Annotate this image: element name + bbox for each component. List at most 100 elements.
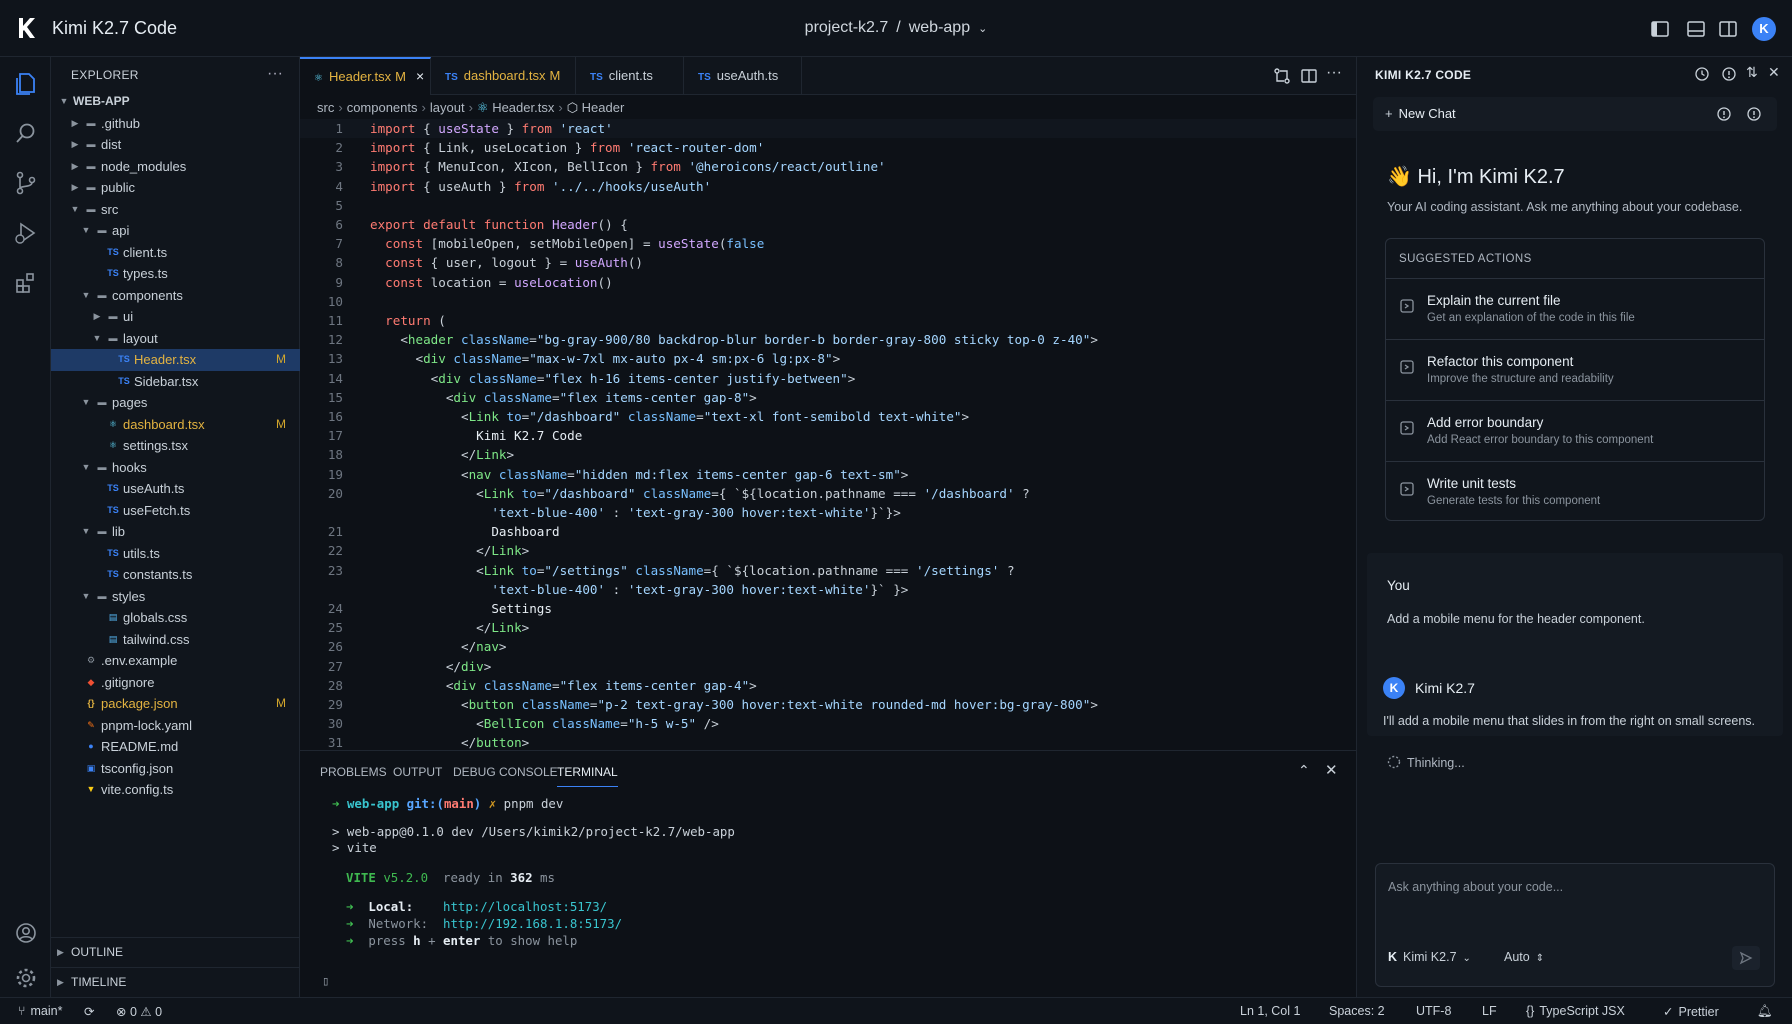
- editor-tab[interactable]: TS useAuth.ts: [684, 57, 802, 95]
- toggle-panel-icon[interactable]: [1686, 19, 1706, 39]
- outline-section[interactable]: ▶ OUTLINE: [51, 937, 300, 967]
- breadcrumb-item[interactable]: Header.tsx: [492, 100, 554, 115]
- tree-folder[interactable]: ▼ ▬ styles: [51, 586, 300, 608]
- language-mode[interactable]: {} TypeScript JSX: [1526, 1004, 1625, 1018]
- tree-folder[interactable]: ▼ WEB-APP: [51, 91, 300, 113]
- new-chat-button[interactable]: + New Chat: [1385, 106, 1456, 121]
- suggestion-item[interactable]: Add error boundary Add React error bounda…: [1386, 400, 1764, 461]
- suggestion-item[interactable]: Write unit tests Generate tests for this …: [1386, 461, 1764, 522]
- problems-indicator[interactable]: ⊗ 0 ⚠ 0: [116, 1004, 162, 1019]
- tree-file[interactable]: ⚛ settings.tsx: [51, 435, 300, 457]
- suggestion-item[interactable]: Refactor this component Improve the struc…: [1386, 339, 1764, 400]
- code-editor[interactable]: 1 import { useState } from 'react' 2 import…: [300, 119, 1356, 750]
- tree-file[interactable]: TS utils.ts: [51, 543, 300, 565]
- tree-file[interactable]: TS useAuth.ts: [51, 478, 300, 500]
- panel-tab-problems[interactable]: PROBLEMS: [320, 765, 387, 787]
- tree-folder[interactable]: ▼ ▬ src: [51, 199, 300, 221]
- chevron-right-icon: ▶: [71, 182, 79, 192]
- sync-icon[interactable]: ⟳: [84, 1004, 94, 1019]
- account-icon[interactable]: [13, 920, 39, 946]
- tree-folder[interactable]: ▶ ▬ .github: [51, 113, 300, 135]
- assistant-message-text: I'll add a mobile menu that slides in fr…: [1383, 714, 1756, 728]
- suggestion-item[interactable]: Explain the current file Get an explanati…: [1386, 278, 1764, 339]
- tree-file[interactable]: TS Header.tsx M: [51, 349, 300, 371]
- tree-file[interactable]: ⚙ .env.example: [51, 650, 300, 672]
- line-ending[interactable]: LF: [1482, 1004, 1497, 1018]
- search-icon[interactable]: [13, 120, 39, 146]
- send-button[interactable]: [1732, 946, 1760, 970]
- tree-folder[interactable]: ▼ ▬ hooks: [51, 457, 300, 479]
- compare-changes-icon[interactable]: [1273, 67, 1291, 85]
- source-control-icon[interactable]: [13, 170, 39, 196]
- tree-file[interactable]: TS Sidebar.tsx: [51, 371, 300, 393]
- breadcrumb-item[interactable]: Header: [582, 100, 625, 115]
- run-debug-icon[interactable]: [13, 220, 39, 246]
- minimize-icon[interactable]: ⇅: [1746, 64, 1758, 81]
- tree-folder[interactable]: ▶ ▬ node_modules: [51, 156, 300, 178]
- panel-tab-terminal[interactable]: TERMINAL: [557, 765, 618, 787]
- tree-file[interactable]: ▤ globals.css: [51, 607, 300, 629]
- formatter[interactable]: ✓ Prettier: [1663, 1004, 1719, 1019]
- terminal-cursor[interactable]: ▯: [322, 972, 329, 989]
- info-icon[interactable]: [1716, 106, 1732, 122]
- local-url-link[interactable]: http://localhost:5173/: [443, 899, 607, 914]
- model-selector[interactable]: K Kimi K2.7 ⌄: [1388, 950, 1471, 964]
- breadcrumb-item[interactable]: src: [317, 100, 334, 115]
- close-panel-icon[interactable]: ✕: [1325, 761, 1338, 779]
- settings-icon[interactable]: [1746, 106, 1762, 122]
- tree-file[interactable]: TS constants.ts: [51, 564, 300, 586]
- tree-file[interactable]: ● README.md: [51, 736, 300, 758]
- close-tab-icon[interactable]: ×: [416, 68, 424, 84]
- breadcrumb-item[interactable]: components: [347, 100, 418, 115]
- split-editor-icon[interactable]: [1300, 67, 1318, 85]
- tree-file[interactable]: ▤ tailwind.css: [51, 629, 300, 651]
- maximize-panel-icon[interactable]: ⌃: [1298, 762, 1310, 779]
- notifications-bell-icon[interactable]: 🔔︎: [1757, 1004, 1773, 1019]
- tree-file[interactable]: TS types.ts: [51, 263, 300, 285]
- branch-indicator[interactable]: ⑂ main*: [18, 1004, 62, 1018]
- editor-tab[interactable]: TS dashboard.tsx M: [431, 57, 576, 95]
- tree-folder[interactable]: ▼ ▬ components: [51, 285, 300, 307]
- tree-folder[interactable]: ▼ ▬ lib: [51, 521, 300, 543]
- tree-file[interactable]: ⚛ dashboard.tsx M: [51, 414, 300, 436]
- explorer-icon[interactable]: [13, 70, 39, 96]
- tree-folder[interactable]: ▶ ▬ public: [51, 177, 300, 199]
- tree-file[interactable]: ▼ vite.config.ts: [51, 779, 300, 801]
- indentation[interactable]: Spaces: 2: [1329, 1004, 1385, 1018]
- info-icon[interactable]: [1721, 66, 1737, 82]
- user-avatar[interactable]: K: [1752, 17, 1776, 41]
- extensions-icon[interactable]: [13, 270, 39, 296]
- explorer-title: EXPLORER: [71, 68, 139, 82]
- tree-folder[interactable]: ▶ ▬ ui: [51, 306, 300, 328]
- panel-tab-debug-console[interactable]: DEBUG CONSOLE: [453, 765, 558, 787]
- chat-input[interactable]: [1388, 876, 1758, 898]
- code-line: 23 <Link to="/settings" className={ `${l…: [300, 561, 1356, 580]
- tree-folder[interactable]: ▼ ▬ layout: [51, 328, 300, 350]
- tree-file[interactable]: TS useFetch.ts: [51, 500, 300, 522]
- more-actions-icon[interactable]: ···: [267, 65, 287, 82]
- tree-folder[interactable]: ▶ ▬ dist: [51, 134, 300, 156]
- close-icon[interactable]: ✕: [1768, 64, 1780, 81]
- panel-tab-output[interactable]: OUTPUT: [393, 765, 442, 787]
- history-icon[interactable]: [1694, 66, 1710, 82]
- encoding[interactable]: UTF-8: [1416, 1004, 1451, 1018]
- mode-selector[interactable]: Auto ⇕: [1504, 950, 1544, 964]
- network-url-link[interactable]: http://192.168.1.8:5173/: [443, 916, 622, 931]
- toggle-secondary-sidebar-icon[interactable]: [1718, 19, 1738, 39]
- tree-file[interactable]: {} package.json M: [51, 693, 300, 715]
- tree-folder[interactable]: ▼ ▬ pages: [51, 392, 300, 414]
- tree-file[interactable]: ✎ pnpm-lock.yaml: [51, 715, 300, 737]
- editor-more-icon[interactable]: ···: [1326, 64, 1342, 82]
- editor-tab[interactable]: ⚛ Header.tsx M ×: [300, 57, 431, 95]
- tree-folder[interactable]: ▼ ▬ api: [51, 220, 300, 242]
- tree-file[interactable]: ◆ .gitignore: [51, 672, 300, 694]
- toggle-sidebar-icon[interactable]: [1650, 19, 1670, 39]
- editor-tab[interactable]: TS client.ts: [576, 57, 684, 95]
- project-switcher[interactable]: project-k2.7 / web-app ⌄: [0, 19, 1792, 37]
- settings-gear-icon[interactable]: [13, 965, 39, 991]
- cursor-position[interactable]: Ln 1, Col 1: [1240, 1004, 1300, 1018]
- tree-file[interactable]: ▣ tsconfig.json: [51, 758, 300, 780]
- tree-file[interactable]: TS client.ts: [51, 242, 300, 264]
- breadcrumb-item[interactable]: layout: [430, 100, 465, 115]
- timeline-section[interactable]: ▶ TIMELINE: [51, 967, 300, 997]
